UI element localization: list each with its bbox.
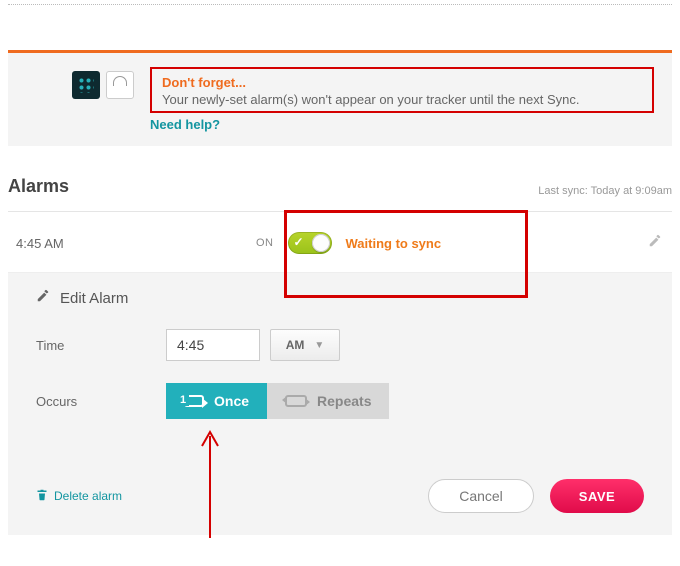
once-label: Once	[214, 393, 249, 409]
edit-actions: Delete alarm Cancel SAVE	[36, 479, 644, 513]
alarm-row: 4:45 AM ON ✓ Waiting to sync	[8, 212, 672, 273]
repeat-icon	[285, 395, 307, 407]
check-icon: ✓	[294, 235, 304, 249]
ampm-value: AM	[286, 338, 305, 352]
alarm-toggle[interactable]: ✓	[288, 232, 332, 254]
edit-alarm-icon[interactable]	[648, 234, 662, 251]
alarms-header: Alarms Last sync: Today at 9:09am	[8, 176, 672, 212]
notice-subtext: Your newly-set alarm(s) won't appear on …	[162, 92, 642, 107]
once-icon	[184, 395, 204, 407]
time-input[interactable]	[166, 329, 260, 361]
cancel-button[interactable]: Cancel	[428, 479, 534, 513]
occurs-once-button[interactable]: Once	[166, 383, 267, 419]
repeats-label: Repeats	[317, 393, 371, 409]
time-label: Time	[36, 338, 166, 353]
edit-header-label: Edit Alarm	[60, 290, 128, 307]
toggle-state-label: ON	[256, 237, 274, 249]
delete-alarm-label: Delete alarm	[54, 489, 122, 503]
tracker-icon	[72, 71, 100, 99]
section-divider	[8, 4, 672, 5]
scale-icon	[106, 71, 134, 99]
highlight-notice: Don't forget... Your newly-set alarm(s) …	[150, 67, 654, 113]
save-button[interactable]: SAVE	[550, 479, 644, 513]
need-help-link[interactable]: Need help?	[150, 117, 220, 132]
occurs-field-row: Occurs Once Repeats	[36, 383, 644, 419]
toggle-knob	[312, 234, 330, 252]
sync-notice: Don't forget... Your newly-set alarm(s) …	[8, 50, 672, 146]
last-sync-label: Last sync: Today at 9:09am	[538, 185, 672, 197]
alarm-time-display: 4:45 AM	[16, 236, 256, 251]
time-field-row: Time AM ▼	[36, 329, 644, 361]
pencil-icon	[36, 289, 50, 307]
section-title: Alarms	[8, 176, 69, 197]
occurs-repeats-button[interactable]: Repeats	[267, 383, 389, 419]
occurs-segmented: Once Repeats	[166, 383, 389, 419]
trash-icon	[36, 489, 48, 504]
ampm-select[interactable]: AM ▼	[270, 329, 340, 361]
edit-alarm-panel: Edit Alarm Time AM ▼ Occurs Once Repeats	[8, 273, 672, 535]
edit-header: Edit Alarm	[36, 289, 644, 307]
delete-alarm-link[interactable]: Delete alarm	[36, 489, 122, 504]
notice-headline: Don't forget...	[162, 75, 642, 90]
sync-status: Waiting to sync	[346, 236, 442, 251]
occurs-label: Occurs	[36, 394, 166, 409]
device-icons	[72, 71, 134, 99]
chevron-down-icon: ▼	[314, 340, 324, 351]
